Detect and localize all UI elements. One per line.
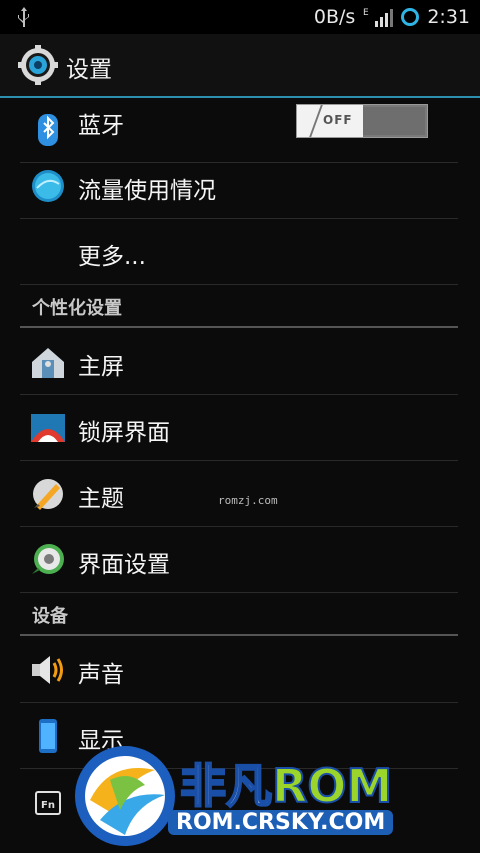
toggle-track (363, 107, 425, 135)
network-letter: E (363, 8, 369, 18)
more-row[interactable]: 更多... (20, 220, 458, 285)
home-row[interactable]: 主屏 (20, 330, 458, 395)
bluetooth-toggle[interactable]: OFF (296, 104, 428, 138)
bluetooth-label: 蓝牙 (78, 113, 124, 139)
svg-text:Fn: Fn (41, 800, 55, 811)
data-usage-row[interactable]: 流量使用情况 (20, 154, 458, 219)
toggle-state: OFF (323, 113, 353, 127)
ui-settings-icon (32, 544, 64, 574)
signal-icon: E (363, 8, 394, 27)
lockscreen-icon (31, 414, 65, 442)
theme-icon (33, 479, 63, 510)
status-bar: 0B/s E 2:31 (0, 0, 480, 34)
theme-label: 主题 (78, 486, 124, 512)
clock: 2:31 (427, 6, 470, 28)
brand-watermark: 非凡ROM ROM.CRSKY.COM (70, 740, 420, 853)
lockscreen-label: 锁屏界面 (78, 420, 170, 446)
section-personal-label: 个性化设置 (32, 298, 122, 319)
action-bar: 设置 (0, 34, 480, 98)
brand-logo-icon (75, 746, 175, 846)
display-icon (39, 719, 57, 753)
data-usage-icon (32, 170, 64, 202)
home-icon (32, 348, 64, 378)
section-personal: 个性化设置 (20, 290, 458, 328)
home-label: 主屏 (78, 354, 124, 380)
watermark-text: romzj.com (218, 494, 278, 507)
speaker-icon (32, 656, 63, 684)
lockscreen-row[interactable]: 锁屏界面 (20, 396, 458, 461)
ui-settings-label: 界面设置 (78, 552, 170, 578)
network-speed: 0B/s (313, 6, 356, 28)
sound-row[interactable]: 声音 (20, 638, 458, 703)
settings-gear-icon[interactable] (18, 45, 58, 85)
more-label: 更多... (78, 244, 146, 270)
data-usage-label: 流量使用情况 (78, 178, 216, 204)
section-device: 设备 (20, 598, 458, 636)
usb-icon (18, 7, 29, 27)
sync-icon (401, 8, 420, 26)
brand-url: ROM.CRSKY.COM (168, 810, 394, 835)
brand-title: 非凡ROM (179, 750, 393, 816)
page-title: 设置 (66, 57, 112, 83)
fn-key-icon: Fn (35, 791, 61, 815)
brand-chars: 非凡 (179, 758, 273, 814)
ui-settings-row[interactable]: 界面设置 (20, 528, 458, 593)
sound-label: 声音 (78, 662, 124, 688)
bluetooth-icon (38, 114, 58, 146)
section-device-label: 设备 (32, 606, 68, 627)
brand-rom: ROM (271, 758, 393, 814)
